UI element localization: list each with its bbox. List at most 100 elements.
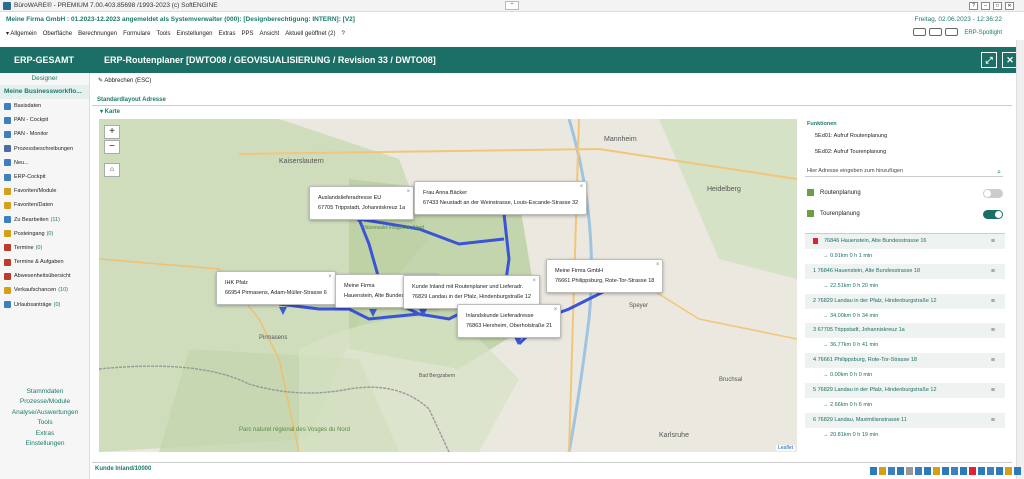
window-scrollbar[interactable] — [1016, 40, 1024, 479]
popup-close-icon[interactable]: × — [328, 272, 332, 282]
menu-item-4[interactable]: Tools — [156, 31, 170, 37]
stop-item[interactable]: 2 76829 Landau in der Pfalz, Hindenburgs… — [805, 293, 1005, 309]
address-input[interactable]: Hier Adresse eingeben zum hinzufügen ⌕ — [805, 165, 1003, 177]
status-tool-icon[interactable] — [906, 467, 913, 475]
sidebar-item-12[interactable]: Abwesenheitsübersicht — [0, 269, 89, 283]
karte-section-toggle[interactable]: ▾ Karte — [100, 108, 120, 115]
func-route[interactable]: 5Ed01: Aufruf Routenplanung — [815, 133, 887, 139]
toggle-icon-3[interactable] — [945, 28, 958, 36]
menu-item-10[interactable]: ? — [341, 31, 344, 37]
status-tool-icon[interactable] — [933, 467, 940, 475]
maximize-button[interactable]: □ — [993, 2, 1002, 10]
sidebar-item-7[interactable]: Favoriten/Daten — [0, 198, 89, 212]
minimize-button[interactable]: – — [981, 2, 990, 10]
sidebar-section-4[interactable]: Extras — [0, 429, 90, 439]
stop-item[interactable]: 5 76829 Landau in der Pfalz, Hindenburgs… — [805, 382, 1005, 398]
sidebar-section-3[interactable]: Tools — [0, 418, 90, 428]
popup-close-icon[interactable]: × — [656, 260, 660, 270]
cancel-button[interactable]: ✎ Abbrechen (ESC) — [98, 77, 151, 84]
status-tool-icon[interactable] — [915, 467, 922, 475]
menu-item-2[interactable]: Berechnungen — [78, 31, 117, 37]
zoom-in-button[interactable]: + — [104, 125, 120, 139]
map[interactable]: Kaiserslautern Mannheim Heidelberg Karls… — [99, 119, 797, 452]
stop-item[interactable]: 4 76661 Philippsburg, Rote-Tor-Strasse 1… — [805, 353, 1005, 369]
drag-handle-icon[interactable]: ≡ — [991, 413, 995, 428]
sidebar-item-6[interactable]: Favoriten/Module — [0, 184, 89, 198]
stop-label: 1 76846 Hauenstein, Alte Bundesstrasse 1… — [813, 267, 921, 274]
spotlight-link[interactable]: ERP-Spotlight — [964, 30, 1002, 36]
menu-item-5[interactable]: Einstellungen — [176, 31, 212, 37]
status-tool-icon[interactable] — [888, 467, 895, 475]
expand-icon[interactable]: ⤢ — [981, 52, 997, 68]
popup-close-icon[interactable]: × — [580, 182, 584, 192]
sidebar-item-13[interactable]: Verkaufschancen (10) — [0, 283, 89, 297]
screenshot-icon[interactable]: ⌂ — [104, 163, 120, 177]
popup-close-icon[interactable]: × — [532, 276, 536, 286]
status-tool-icon[interactable] — [969, 467, 976, 475]
sidebar-item-9[interactable]: Posteingang (0) — [0, 227, 89, 241]
sidebar-item-11[interactable]: Termine & Aufgaben — [0, 255, 89, 269]
status-tool-icon[interactable] — [987, 467, 994, 475]
sidebar-item-2[interactable]: PAN - Monitor — [0, 127, 89, 141]
status-tool-icon[interactable] — [924, 467, 931, 475]
menu-item-8[interactable]: Ansicht — [260, 31, 280, 37]
sidebar-item-10[interactable]: Termine (0) — [0, 241, 89, 255]
map-label: Karlsruhe — [659, 432, 689, 439]
zoom-out-button[interactable]: − — [104, 140, 120, 154]
menu-item-7[interactable]: PPS — [242, 31, 254, 37]
sidebar-section-5[interactable]: Einstellungen — [0, 439, 90, 449]
close-window-button[interactable]: ✕ — [1005, 2, 1014, 10]
leaflet-attribution[interactable]: Leaflet — [775, 445, 795, 451]
sidebar-item-5[interactable]: ERP-Cockpit — [0, 170, 89, 184]
func-tour[interactable]: 5Ed02: Aufruf Tourenplanung — [815, 149, 886, 155]
stop-item[interactable]: 6 76829 Landau, Maximilianstrasse 11 ≡ — [805, 412, 1005, 428]
menu-item-0[interactable]: ▾ Allgemein — [6, 30, 37, 37]
popup-close-icon[interactable]: × — [554, 305, 558, 315]
menu-item-9[interactable]: Aktuell geöffnet (2) — [285, 31, 335, 37]
toggle-icon-1[interactable] — [913, 28, 926, 36]
sidebar-item-1[interactable]: PAN - Cockpit — [0, 113, 89, 127]
sidebar-section-1[interactable]: Prozesse/Module — [0, 397, 90, 407]
stop-item[interactable]: 3 67705 Trippstadt, Johanniskreuz 1a ≡ — [805, 323, 1005, 339]
sidebar-item-8[interactable]: Zu Bearbeiten (11) — [0, 213, 89, 227]
menu-item-6[interactable]: Extras — [219, 31, 236, 37]
drag-handle-icon[interactable]: ≡ — [991, 323, 995, 338]
status-tool-icon[interactable] — [879, 467, 886, 475]
sidebar-item-3[interactable]: Prozessbeschreibungen — [0, 142, 89, 156]
sidebar-item-0[interactable]: Basisdaten — [0, 99, 89, 113]
status-tool-icon[interactable] — [897, 467, 904, 475]
sidebar-item-4[interactable]: Neu... — [0, 156, 89, 170]
drag-handle-icon[interactable]: ≡ — [991, 383, 995, 398]
menu-item-1[interactable]: Oberfläche — [43, 31, 72, 37]
drag-handle-icon[interactable]: ≡ — [991, 264, 995, 279]
status-tool-icon[interactable] — [951, 467, 958, 475]
drag-handle-icon[interactable]: ≡ — [991, 353, 995, 368]
toggle-icon-2[interactable] — [929, 28, 942, 36]
toolbar: ✎ Abbrechen (ESC) — [92, 76, 1012, 86]
stop-item[interactable]: 76846 Hauenstein, Alte Bundesstrasse 16 ≡ — [805, 234, 1005, 249]
tab-standardlayout[interactable]: Standardlayout Adresse — [97, 97, 166, 103]
workflow-header[interactable]: Meine Businessworkflo... — [0, 85, 89, 99]
search-icon[interactable]: ⌕ — [997, 167, 1001, 179]
route-toggle[interactable] — [983, 189, 1003, 198]
help-window-button[interactable]: ? — [969, 2, 978, 10]
sidebar-section-0[interactable]: Stammdaten — [0, 387, 90, 397]
drag-handle-icon[interactable]: ≡ — [991, 294, 995, 309]
sidebar-section-2[interactable]: Analyse/Auswertungen — [0, 408, 90, 418]
collapse-chevron-icon[interactable]: ⌃ — [505, 1, 519, 10]
drag-handle-icon[interactable]: ≡ — [991, 234, 995, 249]
status-tool-icon[interactable] — [996, 467, 1003, 475]
status-tool-icon[interactable] — [1014, 467, 1021, 475]
menu-item-3[interactable]: Formulare — [123, 31, 150, 37]
status-tool-icon[interactable] — [960, 467, 967, 475]
sidebar-item-icon — [4, 301, 11, 309]
designer-link[interactable]: Designer — [0, 73, 89, 85]
stop-item[interactable]: 1 76846 Hauenstein, Alte Bundesstrasse 1… — [805, 263, 1005, 279]
tour-toggle[interactable] — [983, 210, 1003, 219]
sidebar-item-14[interactable]: Urlaubsanträge (0) — [0, 298, 89, 312]
status-tool-icon[interactable] — [1005, 467, 1012, 475]
status-tool-icon[interactable] — [978, 467, 985, 475]
status-tool-icon[interactable] — [942, 467, 949, 475]
status-tool-icon[interactable] — [870, 467, 877, 475]
popup-close-icon[interactable]: × — [407, 187, 411, 197]
